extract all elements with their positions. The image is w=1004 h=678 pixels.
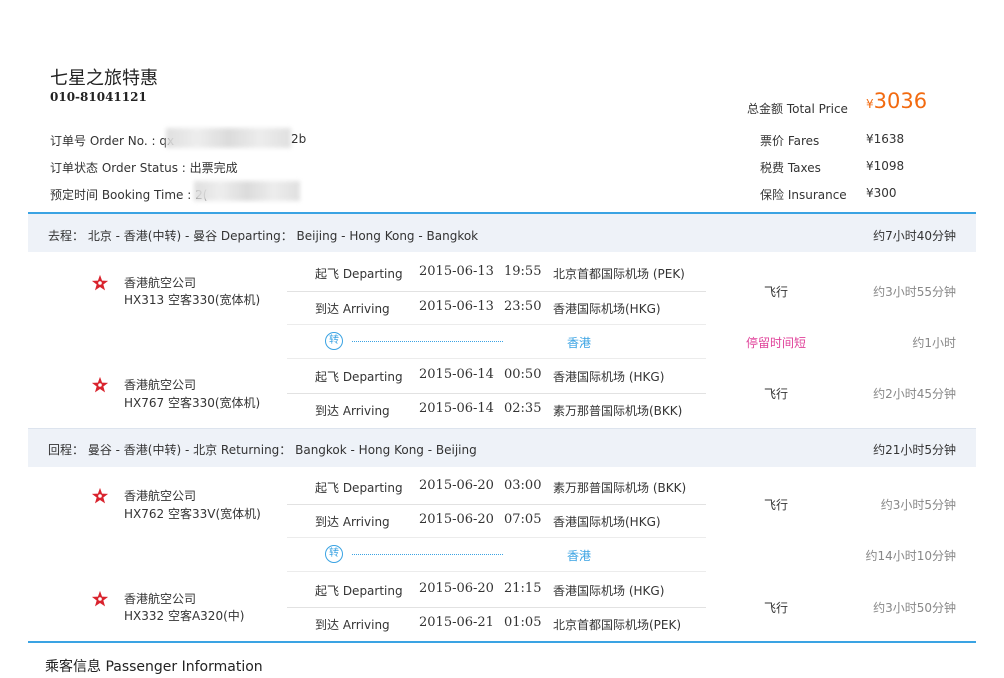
flight-type: 飞行	[764, 601, 789, 615]
transfer-duration: 约1小时	[912, 336, 956, 350]
departing-airport: 香港国际机场 (HKG)	[553, 370, 665, 384]
flight-type: 飞行	[764, 498, 789, 512]
arriving-airport: 香港国际机场(HKG)	[553, 302, 661, 316]
departing-airport: 香港国际机场 (HKG)	[553, 584, 665, 598]
departing-date: 2015-06-14	[419, 367, 494, 382]
segment-divider	[287, 537, 706, 538]
arriving-label: 到达 Arriving	[315, 302, 390, 316]
arriving-airport: 素万那普国际机场(BKK)	[553, 404, 683, 418]
departing-time: 19:55	[504, 264, 542, 279]
transfer-line	[352, 341, 503, 342]
total-price-label: 总金额 Total Price	[747, 102, 848, 116]
segment-divider	[287, 358, 706, 359]
flight-duration: 约3小时5分钟	[880, 498, 956, 512]
order-number: 订单号 Order No. : qx	[50, 132, 174, 149]
bauhinia-logo-icon	[91, 590, 109, 607]
arriving-label: 到达 Arriving	[315, 515, 390, 529]
arriving-date: 2015-06-21	[419, 615, 494, 630]
insurance-value: ¥300	[866, 186, 897, 200]
departing-label: 起飞 Departing	[315, 267, 403, 281]
taxes-label: 税费 Taxes	[760, 161, 821, 175]
arriving-date: 2015-06-13	[419, 299, 494, 314]
segment-divider	[287, 324, 706, 325]
return-route: 回程： 曼谷 - 香港(中转) - 北京 Returning： Bangkok …	[48, 443, 477, 457]
total-price-number: 3036	[873, 89, 928, 113]
segment-divider	[287, 291, 706, 292]
arriving-time: 23:50	[504, 299, 542, 314]
arriving-airport: 香港国际机场(HKG)	[553, 515, 661, 529]
outbound-total-duration: 约7小时40分钟	[873, 229, 956, 243]
departing-label: 起飞 Departing	[315, 584, 403, 598]
currency-symbol: ¥	[866, 97, 874, 111]
departing-date: 2015-06-13	[419, 264, 494, 279]
transfer-icon: 转	[325, 332, 343, 350]
segment-divider	[287, 571, 706, 572]
flight-duration: 约2小时45分钟	[873, 387, 956, 401]
order-status: 订单状态 Order Status : 出票完成	[50, 161, 238, 175]
arriving-date: 2015-06-20	[419, 512, 494, 527]
flight-code: HX767 空客330(宽体机)	[124, 396, 261, 410]
flight-type: 飞行	[764, 387, 789, 401]
outbound-route: 去程： 北京 - 香港(中转) - 曼谷 Departing： Beijing …	[48, 229, 479, 243]
company-name: 七星之旅特惠	[50, 68, 158, 89]
departing-airport: 北京首都国际机场 (PEK)	[553, 267, 685, 281]
flight-duration: 约3小时50分钟	[873, 601, 956, 615]
airline-name: 香港航空公司	[124, 276, 197, 290]
return-total-duration: 约21小时5分钟	[873, 443, 956, 457]
airline-name: 香港航空公司	[124, 489, 197, 503]
arriving-date: 2015-06-14	[419, 401, 494, 416]
total-price-value: ¥3036	[866, 89, 927, 113]
flight-code: HX762 空客33V(宽体机)	[124, 507, 261, 521]
short-stop-warning: 停留时间短	[746, 336, 807, 350]
departing-label: 起飞 Departing	[315, 481, 403, 495]
departing-time: 03:00	[504, 478, 542, 493]
departing-label: 起飞 Departing	[315, 370, 403, 384]
departing-airport: 素万那普国际机场 (BKK)	[553, 481, 687, 495]
passenger-info-title: 乘客信息 Passenger Information	[45, 659, 263, 675]
fares-label: 票价 Fares	[760, 134, 820, 148]
arriving-time: 07:05	[504, 512, 542, 527]
company-phone: 010-81041121	[50, 90, 147, 104]
passenger-top-rule	[28, 641, 976, 643]
airline-name: 香港航空公司	[124, 592, 197, 606]
segment-divider	[287, 393, 706, 394]
departing-time: 21:15	[504, 581, 542, 596]
transfer-city: 香港	[567, 336, 592, 350]
bauhinia-logo-icon	[91, 487, 109, 504]
departing-date: 2015-06-20	[419, 478, 494, 493]
arriving-time: 01:05	[504, 615, 542, 630]
booking-time-redaction	[194, 181, 300, 201]
order-number-redaction	[166, 128, 291, 148]
bauhinia-logo-icon	[91, 376, 109, 393]
departing-date: 2015-06-20	[419, 581, 494, 596]
arriving-airport: 北京首都国际机场(PEK)	[553, 618, 682, 632]
transfer-line	[352, 554, 503, 555]
insurance-label: 保险 Insurance	[760, 188, 847, 202]
arriving-label: 到达 Arriving	[315, 404, 390, 418]
booking-time: 预定时间 Booking Time : 2(	[50, 188, 208, 202]
transfer-icon: 转	[325, 545, 343, 563]
order-number-suffix: 2b	[291, 132, 307, 146]
flight-duration: 约3小时55分钟	[873, 285, 956, 299]
arriving-label: 到达 Arriving	[315, 618, 390, 632]
segment-divider	[287, 504, 706, 505]
flight-code: HX313 空客330(宽体机)	[124, 293, 261, 307]
taxes-value: ¥1098	[866, 159, 905, 173]
segment-divider	[287, 607, 706, 608]
transfer-duration: 约14小时10分钟	[865, 549, 956, 563]
fares-value: ¥1638	[866, 132, 905, 146]
order-number-label: 订单号 Order No. : qx	[50, 134, 175, 148]
flight-code: HX332 空客A320(中)	[124, 609, 245, 623]
transfer-city: 香港	[567, 549, 592, 563]
departing-time: 00:50	[504, 367, 542, 382]
airline-name: 香港航空公司	[124, 378, 197, 392]
bauhinia-logo-icon	[91, 274, 109, 291]
arriving-time: 02:35	[504, 401, 542, 416]
flight-type: 飞行	[764, 285, 789, 299]
